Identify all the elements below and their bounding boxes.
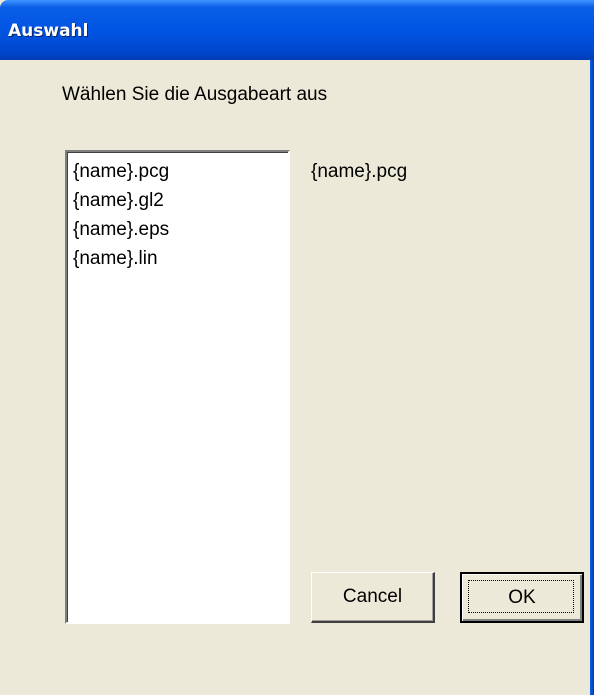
cancel-button[interactable]: Cancel (311, 572, 435, 623)
list-item[interactable]: {name}.gl2 (73, 186, 288, 215)
prompt-label: Wählen Sie die Ausgabeart aus (62, 84, 328, 105)
list-item[interactable]: {name}.eps (73, 215, 288, 244)
selected-value-label: {name}.pcg (311, 161, 408, 182)
list-item[interactable]: {name}.lin (73, 244, 288, 273)
title-bar[interactable]: Auswahl (0, 0, 594, 60)
cancel-button-label: Cancel (342, 586, 403, 607)
dialog-window: Auswahl Wählen Sie die Ausgabeart aus {n… (0, 0, 594, 695)
ok-button-label: OK (508, 586, 536, 608)
output-type-listbox[interactable]: {name}.pcg {name}.gl2 {name}.eps {name}.… (65, 150, 290, 624)
list-item[interactable]: {name}.pcg (73, 157, 288, 186)
ok-button[interactable]: OK (460, 572, 584, 623)
window-frame-right (590, 60, 594, 695)
window-title: Auswahl (8, 21, 89, 41)
